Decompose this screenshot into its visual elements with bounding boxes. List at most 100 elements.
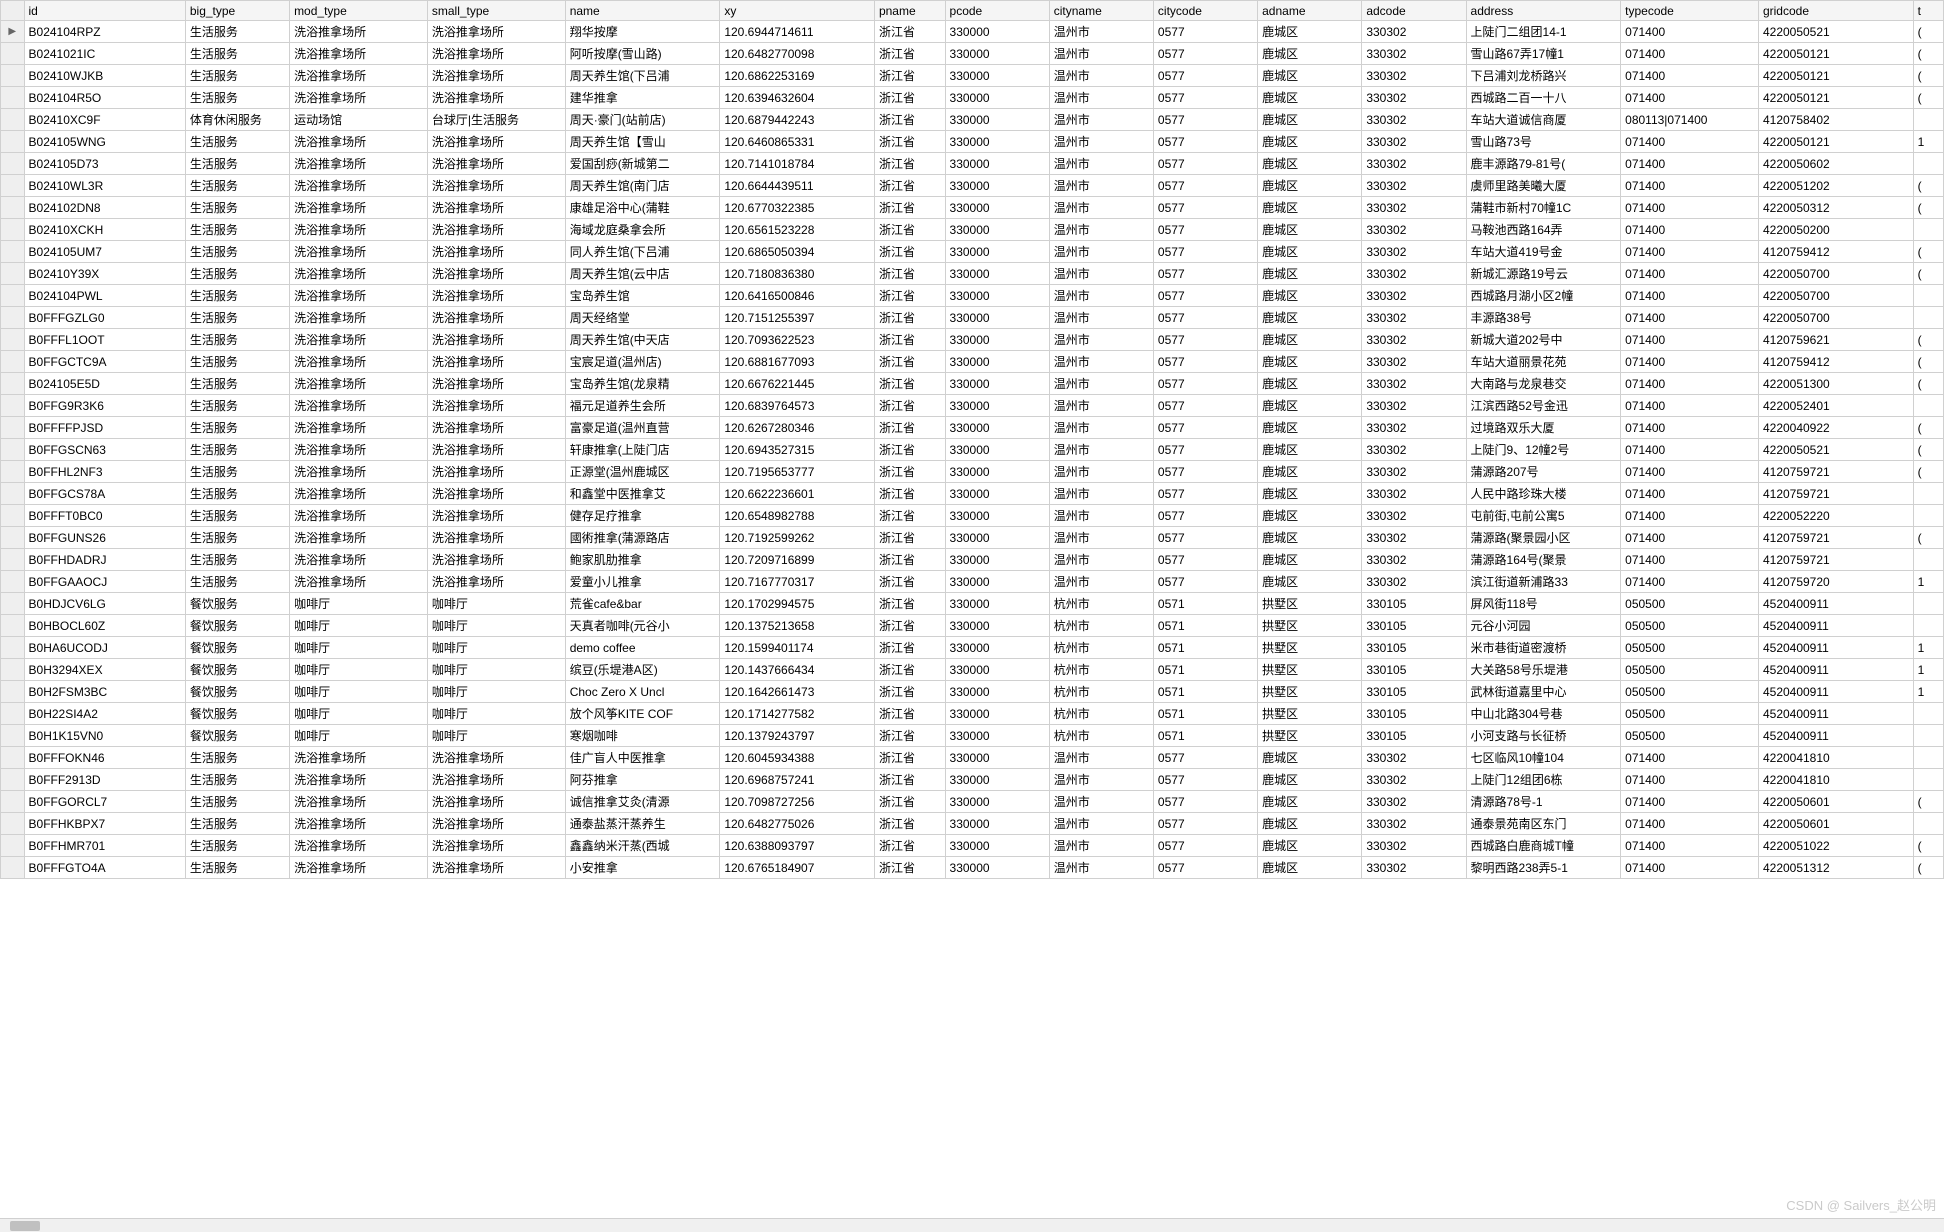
cell-name[interactable]: 建华推拿 — [565, 87, 720, 109]
cell-citycode[interactable]: 0577 — [1153, 21, 1257, 43]
cell-pcode[interactable]: 330000 — [945, 527, 1049, 549]
cell-gridcode[interactable]: 4120759721 — [1758, 549, 1913, 571]
table-row[interactable]: B0HBOCL60Z餐饮服务咖啡厅咖啡厅天真者咖啡(元谷小120.1375213… — [1, 615, 1944, 637]
cell-cityname[interactable]: 温州市 — [1049, 571, 1153, 593]
cell-small_type[interactable]: 洗浴推拿场所 — [427, 835, 565, 857]
cell-citycode[interactable]: 0571 — [1153, 681, 1257, 703]
cell-adcode[interactable]: 330302 — [1362, 395, 1466, 417]
cell-cityname[interactable]: 杭州市 — [1049, 593, 1153, 615]
cell-pname[interactable]: 浙江省 — [874, 197, 945, 219]
cell-citycode[interactable]: 0577 — [1153, 439, 1257, 461]
table-row[interactable]: B0241021IC生活服务洗浴推拿场所洗浴推拿场所阿听按摩(雪山路)120.6… — [1, 43, 1944, 65]
cell-xy[interactable]: 120.7098727256 — [720, 791, 875, 813]
cell-adname[interactable]: 拱墅区 — [1258, 615, 1362, 637]
cell-xy[interactable]: 120.1379243797 — [720, 725, 875, 747]
cell-small_type[interactable]: 咖啡厅 — [427, 725, 565, 747]
cell-adcode[interactable]: 330302 — [1362, 307, 1466, 329]
cell-gridcode[interactable]: 4520400911 — [1758, 615, 1913, 637]
table-row[interactable]: B024105D73生活服务洗浴推拿场所洗浴推拿场所爱国刮痧(新城第二120.7… — [1, 153, 1944, 175]
cell-adname[interactable]: 鹿城区 — [1258, 373, 1362, 395]
cell-typecode[interactable]: 071400 — [1621, 329, 1759, 351]
cell-id[interactable]: B024104PWL — [24, 285, 185, 307]
cell-big_type[interactable]: 餐饮服务 — [185, 659, 289, 681]
cell-gridcode[interactable]: 4220051300 — [1758, 373, 1913, 395]
cell-name[interactable]: 宝岛养生馆 — [565, 285, 720, 307]
data-grid[interactable]: idbig_typemod_typesmall_typenamexypnamep… — [0, 0, 1944, 1232]
cell-adcode[interactable]: 330302 — [1362, 87, 1466, 109]
cell-name[interactable]: 阿芬推拿 — [565, 769, 720, 791]
column-header-gridcode[interactable]: gridcode — [1758, 1, 1913, 21]
cell-pname[interactable]: 浙江省 — [874, 43, 945, 65]
cell-adname[interactable]: 鹿城区 — [1258, 153, 1362, 175]
cell-citycode[interactable]: 0577 — [1153, 813, 1257, 835]
cell-adcode[interactable]: 330105 — [1362, 703, 1466, 725]
cell-small_type[interactable]: 咖啡厅 — [427, 593, 565, 615]
cell-typecode[interactable]: 071400 — [1621, 307, 1759, 329]
cell-adname[interactable]: 鹿城区 — [1258, 329, 1362, 351]
cell-xy[interactable]: 120.7093622523 — [720, 329, 875, 351]
cell-adcode[interactable]: 330302 — [1362, 505, 1466, 527]
cell-mod_type[interactable]: 洗浴推拿场所 — [290, 417, 428, 439]
cell-small_type[interactable]: 咖啡厅 — [427, 703, 565, 725]
cell-id[interactable]: B0FFHDADRJ — [24, 549, 185, 571]
cell-xy[interactable]: 120.6482775026 — [720, 813, 875, 835]
cell-mod_type[interactable]: 洗浴推拿场所 — [290, 857, 428, 879]
cell-big_type[interactable]: 生活服务 — [185, 395, 289, 417]
cell-adcode[interactable]: 330302 — [1362, 285, 1466, 307]
cell-big_type[interactable]: 生活服务 — [185, 43, 289, 65]
cell-big_type[interactable]: 生活服务 — [185, 505, 289, 527]
cell-citycode[interactable]: 0577 — [1153, 153, 1257, 175]
cell-adname[interactable]: 鹿城区 — [1258, 241, 1362, 263]
cell-name[interactable]: 康雄足浴中心(蒲鞋 — [565, 197, 720, 219]
cell-typecode[interactable]: 071400 — [1621, 373, 1759, 395]
cell-gridcode[interactable]: 4520400911 — [1758, 681, 1913, 703]
cell-citycode[interactable]: 0577 — [1153, 417, 1257, 439]
cell-mod_type[interactable]: 洗浴推拿场所 — [290, 87, 428, 109]
cell-adcode[interactable]: 330302 — [1362, 197, 1466, 219]
table-row[interactable]: B024102DN8生活服务洗浴推拿场所洗浴推拿场所康雄足浴中心(蒲鞋120.6… — [1, 197, 1944, 219]
cell-name[interactable]: 正源堂(温州鹿城区 — [565, 461, 720, 483]
cell-pcode[interactable]: 330000 — [945, 197, 1049, 219]
cell-adcode[interactable]: 330302 — [1362, 791, 1466, 813]
cell-xy[interactable]: 120.6765184907 — [720, 857, 875, 879]
cell-gridcode[interactable]: 4520400911 — [1758, 725, 1913, 747]
cell-pname[interactable]: 浙江省 — [874, 329, 945, 351]
cell-pcode[interactable]: 330000 — [945, 813, 1049, 835]
cell-adcode[interactable]: 330302 — [1362, 571, 1466, 593]
cell-cityname[interactable]: 温州市 — [1049, 461, 1153, 483]
cell-t[interactable] — [1913, 703, 1943, 725]
cell-mod_type[interactable]: 洗浴推拿场所 — [290, 351, 428, 373]
cell-citycode[interactable]: 0571 — [1153, 593, 1257, 615]
cell-small_type[interactable]: 洗浴推拿场所 — [427, 197, 565, 219]
cell-address[interactable]: 鹿丰源路79-81号( — [1466, 153, 1621, 175]
cell-pname[interactable]: 浙江省 — [874, 703, 945, 725]
cell-name[interactable]: 翔华按摩 — [565, 21, 720, 43]
cell-big_type[interactable]: 生活服务 — [185, 307, 289, 329]
cell-adname[interactable]: 拱墅区 — [1258, 725, 1362, 747]
cell-mod_type[interactable]: 洗浴推拿场所 — [290, 263, 428, 285]
cell-pname[interactable]: 浙江省 — [874, 571, 945, 593]
cell-id[interactable]: B0FFHMR701 — [24, 835, 185, 857]
cell-t[interactable]: 1 — [1913, 637, 1943, 659]
cell-t[interactable] — [1913, 483, 1943, 505]
cell-adcode[interactable]: 330302 — [1362, 43, 1466, 65]
cell-pname[interactable]: 浙江省 — [874, 351, 945, 373]
table-row[interactable]: B0H3294XEX餐饮服务咖啡厅咖啡厅缤豆(乐堤港A区)120.1437666… — [1, 659, 1944, 681]
cell-address[interactable]: 车站大道诚信商厦 — [1466, 109, 1621, 131]
cell-small_type[interactable]: 洗浴推拿场所 — [427, 549, 565, 571]
cell-xy[interactable]: 120.1642661473 — [720, 681, 875, 703]
cell-pname[interactable]: 浙江省 — [874, 725, 945, 747]
cell-address[interactable]: 马鞍池西路164弄 — [1466, 219, 1621, 241]
cell-small_type[interactable]: 洗浴推拿场所 — [427, 769, 565, 791]
cell-address[interactable]: 中山北路304号巷 — [1466, 703, 1621, 725]
cell-citycode[interactable]: 0577 — [1153, 175, 1257, 197]
cell-small_type[interactable]: 洗浴推拿场所 — [427, 131, 565, 153]
table-row[interactable]: B0FFFT0BC0生活服务洗浴推拿场所洗浴推拿场所健存足疗推拿120.6548… — [1, 505, 1944, 527]
cell-typecode[interactable]: 071400 — [1621, 351, 1759, 373]
cell-xy[interactable]: 120.6968757241 — [720, 769, 875, 791]
cell-address[interactable]: 江滨西路52号金迅 — [1466, 395, 1621, 417]
cell-big_type[interactable]: 生活服务 — [185, 87, 289, 109]
cell-typecode[interactable]: 071400 — [1621, 527, 1759, 549]
table-row[interactable]: B02410XCKH生活服务洗浴推拿场所洗浴推拿场所海域龙庭桑拿会所120.65… — [1, 219, 1944, 241]
cell-pname[interactable]: 浙江省 — [874, 813, 945, 835]
